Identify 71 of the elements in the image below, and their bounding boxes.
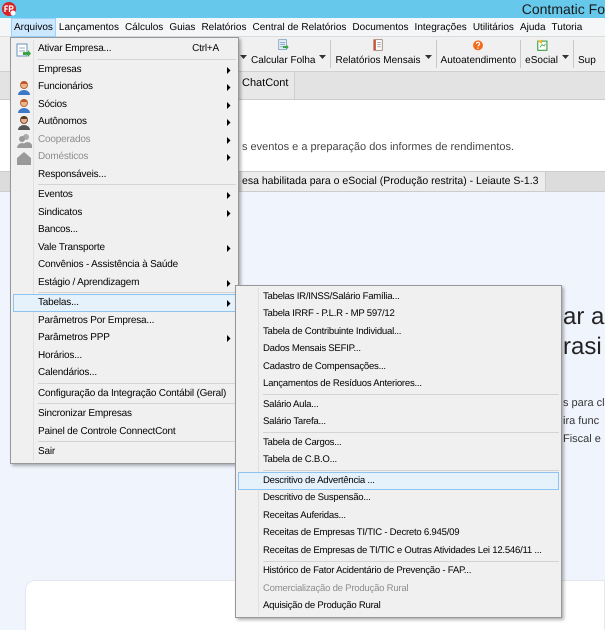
menu-bar-item[interactable]: Utilitários	[470, 18, 517, 36]
menu-item[interactable]: Sindicatos	[13, 204, 236, 221]
menu-item[interactable]: Convênios - Assistência à Saúde	[13, 256, 236, 274]
toolbar-button[interactable]: eSocial	[523, 37, 560, 71]
menu-item[interactable]: Aquisição de Produção Rural	[238, 598, 559, 615]
menu-item[interactable]: Configuração da Integração Contábil (Geral)	[13, 384, 236, 402]
menu-item[interactable]: Sincronizar Empresas	[13, 405, 236, 422]
menu-item[interactable]: Autônomos	[13, 113, 236, 130]
menu-item[interactable]: Vale Transporte	[13, 238, 236, 256]
menu-item[interactable]: Parâmetros Por Empresa...	[13, 312, 236, 329]
menu-item[interactable]: Salário Tarefa...	[238, 414, 559, 431]
menu-item[interactable]: Sócios	[13, 96, 236, 113]
menu-bar-item[interactable]: Ajuda	[516, 18, 549, 36]
app-logo-icon	[2, 2, 16, 16]
menu-item[interactable]: Sair	[13, 443, 236, 460]
notice-text: s eventos e a preparação dos informes de rendimentos.	[242, 140, 514, 154]
menu-bar-item[interactable]: Tutoria	[548, 18, 586, 36]
person-icon	[16, 115, 32, 131]
menu-bar-item[interactable]: Integrações	[412, 18, 470, 36]
person-icon	[16, 80, 32, 96]
menu-item[interactable]: Eventos	[13, 186, 236, 204]
caret-icon[interactable]	[319, 55, 326, 59]
menu-item[interactable]: Painel de Controle ConnectCont	[13, 422, 236, 440]
menu-item[interactable]: Salário Aula...	[238, 396, 559, 414]
menu-item[interactable]: Parâmetros PPP	[13, 329, 236, 346]
caret-icon[interactable]	[424, 55, 432, 59]
menu-item[interactable]: Ativar Empresa... Ctrl+A	[13, 40, 236, 58]
menu-bar-item[interactable]: Central de Relatórios	[249, 18, 350, 36]
people-icon	[16, 132, 32, 148]
menu-item[interactable]: Responsáveis...	[13, 166, 236, 183]
menu-bar-item[interactable]: Documentos	[349, 18, 412, 36]
caret-icon[interactable]	[562, 55, 569, 59]
menu-bar-item[interactable]: Cálculos	[122, 18, 166, 36]
tab[interactable]: ChatCont	[236, 72, 296, 99]
menu-item[interactable]: Lançamentos de Resíduos Anteriores...	[238, 376, 559, 393]
toolbar-button[interactable]: Calcular Folha	[249, 37, 318, 71]
menu-item[interactable]: Dados Mensais SEFIP...	[238, 340, 559, 358]
window-title: Contmatic Fo	[522, 0, 605, 18]
heading-text: ar a rasi	[563, 302, 605, 362]
person-icon	[16, 98, 32, 114]
menu-bar-item[interactable]: Arquivos	[11, 18, 56, 36]
toolbar-button[interactable]: Sup	[576, 37, 598, 71]
house-icon	[16, 150, 32, 166]
menu-item[interactable]: Tabela de Contribuinte Individual...	[238, 323, 559, 340]
menu-item[interactable]: Tabelas...	[13, 294, 236, 312]
menu-item[interactable]: Descritivo de Suspensão...	[238, 490, 559, 507]
toolbar-button[interactable]: Autoatendimento	[438, 37, 518, 71]
menu-item[interactable]: Bancos...	[13, 221, 236, 238]
menu-item[interactable]: Tabela IRRF - P.L.R - MP 597/12	[238, 306, 559, 323]
menu-item[interactable]: Histórico de Fator Acidentário de Prevenção - FAP...	[238, 562, 559, 580]
menu-item[interactable]: Funcionários	[13, 78, 236, 96]
menu-item[interactable]: Horários...	[13, 346, 236, 364]
menu-item[interactable]: Tabela de Cargos...	[238, 434, 559, 452]
menu-item[interactable]: Empresas	[13, 60, 236, 78]
menu-item[interactable]: Estágio / Aprendizagem	[13, 274, 236, 291]
status-text: esa habilitada para o eSocial (Produção restrita) - Leiaute S-1.3	[242, 172, 546, 191]
menu-item[interactable]: Receitas de Empresas de TI/TIC e Outras Atividades Lei 12.546/11 ...	[238, 542, 559, 560]
menu-item[interactable]: Cadastro de Compensações...	[238, 358, 559, 376]
menu-item[interactable]: Descritivo de Advertência ...	[238, 472, 559, 490]
menu-item[interactable]: Tabelas IR/INSS/Salário Família...	[238, 288, 559, 306]
caret-icon[interactable]	[240, 55, 247, 59]
menu-bar-item[interactable]: Relatórios	[198, 18, 250, 36]
document-arrow-icon	[16, 42, 32, 58]
toolbar-button[interactable]: Relatórios Mensais	[333, 37, 423, 71]
menu-bar-item[interactable]: Guias	[166, 18, 198, 36]
menu-item[interactable]: Calendários...	[13, 364, 236, 382]
paragraph-text: s para cl ira func Fiscal e	[563, 396, 605, 447]
menu-item[interactable]: Tabela de C.B.O...	[238, 452, 559, 469]
menu-item[interactable]: Receitas Auferidas...	[238, 507, 559, 524]
menu-item[interactable]: Receitas de Empresas TI/TIC - Decreto 6.945/09	[238, 524, 559, 542]
menu-bar-item[interactable]: Lançamentos	[56, 18, 122, 36]
